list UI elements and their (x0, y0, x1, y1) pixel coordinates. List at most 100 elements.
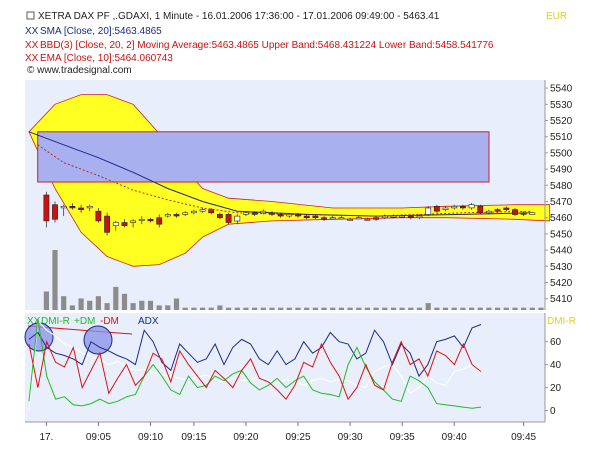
header-line-2: SMA [Close, 20]:5463.4865 (40, 26, 162, 37)
volume-bar (121, 293, 128, 310)
volume-bar (486, 307, 492, 310)
volume-bar (61, 296, 67, 310)
candle-body (156, 217, 163, 225)
candle (225, 212, 232, 225)
volume-bar (356, 307, 362, 310)
time-tick-label: 09:25 (285, 432, 310, 443)
indicator-tick-label: 40 (550, 360, 562, 371)
candle-body (433, 206, 440, 212)
indicator-tick-label: 0 (550, 406, 556, 417)
candle-body (95, 210, 102, 222)
candle-body (399, 215, 405, 218)
candle-body (451, 206, 458, 209)
volume-bar (512, 307, 518, 310)
indicator-tick-label: 60 (550, 337, 562, 348)
volume-bar (390, 307, 397, 310)
candle-body (43, 194, 50, 222)
volume-bar (104, 303, 110, 310)
candle-body (199, 209, 206, 212)
volume-bar (330, 307, 336, 310)
candle-body (468, 204, 475, 209)
volume-bar (217, 305, 223, 310)
candle-body (286, 214, 293, 217)
candle-body (69, 206, 76, 209)
volume-bar (113, 286, 119, 310)
candle-body (425, 207, 432, 215)
volume-bar (130, 303, 136, 310)
candle-body (112, 222, 119, 227)
volume-bar (338, 307, 344, 310)
volume-bar (269, 307, 275, 310)
volume-bar (147, 300, 154, 310)
price-tick-label: 5510 (550, 132, 573, 143)
candle-body (416, 215, 423, 219)
volume-bar (139, 300, 145, 310)
volume-bar (52, 250, 58, 310)
volume-bar (408, 307, 414, 310)
candle (529, 212, 536, 215)
minus-dm-label: -DM (100, 316, 119, 327)
volume-bar (503, 307, 509, 310)
ema-cross-icon: XX (25, 53, 39, 64)
candle-body (217, 214, 223, 218)
price-tick-label: 5520 (550, 116, 573, 127)
header-line-4: EMA [Close, 10]:5464.060743 (40, 53, 173, 64)
header-line-3: BBD(3) [Close, 20, 2] Moving Average:546… (40, 40, 494, 51)
volume-bar (425, 303, 431, 310)
price-tick-label: 5470 (550, 197, 573, 208)
volume-bar (165, 305, 171, 310)
time-tick-label: 09:20 (233, 432, 258, 443)
candle-body (373, 217, 379, 220)
volume-bar (529, 307, 535, 310)
price-tick-label: 5540 (550, 84, 573, 95)
time-tick-label: 09:10 (138, 432, 163, 443)
price-tick-label: 5530 (550, 100, 573, 111)
price-tick-label: 5500 (550, 148, 573, 159)
candle-body (173, 214, 180, 217)
candle (425, 206, 432, 217)
candle-body (86, 206, 93, 209)
candle-body (520, 212, 527, 215)
volume-bar (373, 307, 379, 310)
candle-body (234, 215, 241, 222)
volume-bar (521, 307, 527, 310)
candle-body (312, 215, 319, 219)
price-tick-label: 5410 (550, 294, 573, 305)
candle-body (390, 215, 397, 218)
volume-bar (295, 307, 301, 310)
candle-body (147, 219, 154, 222)
volume-bar (538, 307, 544, 310)
candle-body (338, 217, 345, 220)
adx-label: ADX (138, 316, 159, 327)
candle-body (485, 210, 492, 214)
price-tick-label: 5430 (550, 262, 573, 273)
highlight-box (37, 131, 490, 183)
volume-bar (399, 307, 405, 310)
indicator-panel: XX DMI-R +DM -DM ADX DMI-R 0204060 (24, 313, 576, 422)
time-tick-label: 09:35 (390, 432, 415, 443)
candle-body (381, 215, 388, 219)
candle (52, 201, 58, 223)
time-tick-label: 09:30 (338, 432, 363, 443)
volume-bar (416, 307, 423, 310)
volume-bar (451, 307, 457, 310)
price-tick-label: 5490 (550, 165, 573, 176)
price-tick-label: 5480 (550, 181, 573, 192)
candle-body (251, 212, 258, 215)
volume-bar (252, 307, 258, 310)
candle-body (277, 214, 284, 217)
chart-canvas: XETRA DAX PF ,.GDAXI, 1 Minute - 16.01.2… (0, 0, 600, 450)
volume-bar (226, 307, 232, 310)
time-tick-label: 09:05 (86, 432, 111, 443)
sma-cross-icon: XX (25, 26, 39, 37)
candle-body (78, 207, 84, 210)
price-tick-label: 5420 (550, 278, 573, 289)
time-tick-label: 09:40 (442, 432, 467, 443)
volume-bar (182, 307, 188, 310)
candle-body (225, 214, 232, 223)
candle-body (477, 206, 484, 214)
volume-bar (347, 307, 353, 310)
volume-bar (87, 300, 93, 310)
volume-bar (304, 307, 310, 310)
candle (477, 204, 484, 215)
